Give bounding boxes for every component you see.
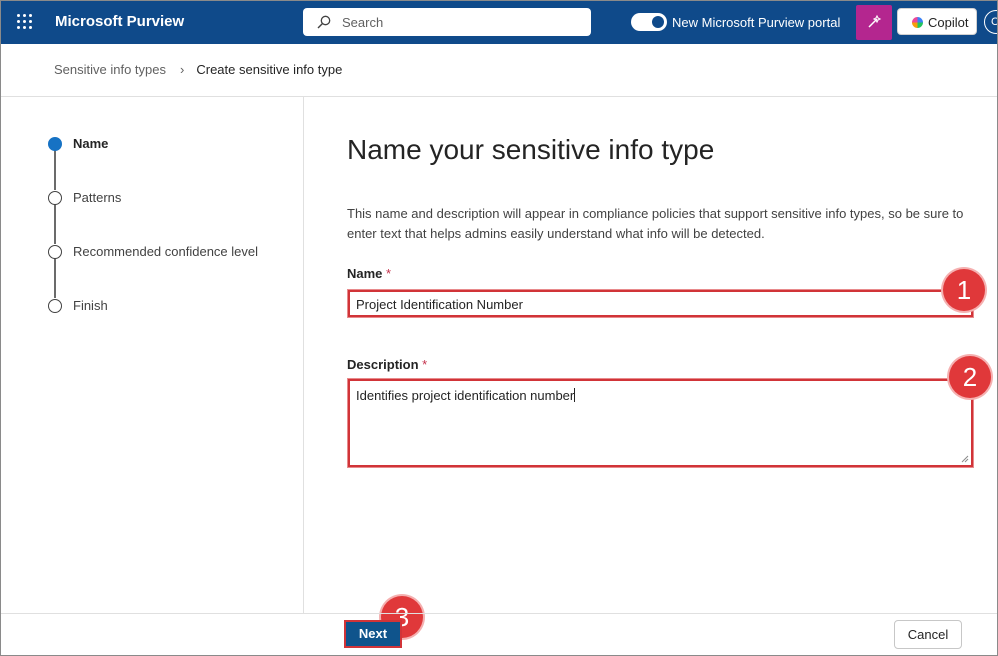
- description-label-text: Description: [347, 357, 419, 372]
- required-mark: *: [422, 357, 428, 372]
- window-border: [0, 0, 998, 656]
- name-field[interactable]: Project Identification Number: [348, 290, 973, 317]
- resize-handle-icon[interactable]: [961, 455, 969, 463]
- text-caret: [574, 388, 576, 402]
- app-launcher-icon[interactable]: [17, 14, 33, 30]
- description-field-value: Identifies project identification number: [356, 388, 575, 403]
- next-button[interactable]: Next: [344, 620, 402, 648]
- avatar[interactable]: C: [984, 10, 998, 34]
- top-bar: Microsoft Purview Search New Microsoft P…: [0, 0, 998, 44]
- copilot-button[interactable]: Copilot: [897, 8, 977, 35]
- step-finish-indicator: [48, 299, 62, 313]
- page-description: This name and description will appear in…: [347, 206, 964, 241]
- step-connector: [54, 150, 56, 190]
- new-portal-toggle[interactable]: [631, 13, 667, 31]
- description-field[interactable]: Identifies project identification number: [348, 379, 973, 467]
- page-title: Name your sensitive info type: [347, 134, 715, 165]
- annotation-badge-1: 1: [943, 269, 985, 311]
- breadcrumb-sensitive-info-types[interactable]: Sensitive info types: [54, 62, 166, 77]
- description-field-label: Description *: [347, 357, 427, 372]
- step-finish[interactable]: Finish: [73, 298, 108, 313]
- required-mark: *: [386, 266, 392, 281]
- chevron-right-icon: ›: [180, 62, 185, 77]
- panel-divider: [303, 97, 304, 613]
- step-connector: [54, 258, 56, 298]
- annotation-badge-2: 2: [949, 356, 991, 398]
- step-name[interactable]: Name: [73, 136, 108, 151]
- search-input[interactable]: Search: [303, 8, 591, 36]
- step-confidence-level[interactable]: Recommended confidence level: [73, 244, 258, 259]
- magic-wand-icon: [868, 14, 882, 28]
- copilot-label: Copilot: [928, 15, 969, 30]
- app-title[interactable]: Microsoft Purview: [55, 13, 184, 30]
- name-field-label: Name *: [347, 266, 391, 281]
- step-patterns-indicator: [48, 191, 62, 205]
- magic-wand-button[interactable]: [856, 5, 892, 40]
- footer-divider: [0, 613, 998, 614]
- step-confidence-indicator: [48, 245, 62, 259]
- cancel-button[interactable]: Cancel: [894, 620, 962, 649]
- search-placeholder: Search: [342, 15, 384, 30]
- header-divider: [0, 96, 998, 97]
- copilot-icon: [912, 17, 923, 28]
- name-field-value: Project Identification Number: [356, 297, 523, 312]
- step-name-indicator: [48, 137, 62, 151]
- name-label-text: Name: [347, 266, 383, 281]
- search-icon: [317, 15, 331, 29]
- step-connector: [54, 204, 56, 244]
- step-patterns[interactable]: Patterns: [73, 190, 121, 205]
- new-portal-toggle-label: New Microsoft Purview portal: [672, 15, 841, 30]
- breadcrumb-current: Create sensitive info type: [196, 62, 343, 77]
- breadcrumb: Sensitive info types › Create sensitive …: [54, 62, 342, 77]
